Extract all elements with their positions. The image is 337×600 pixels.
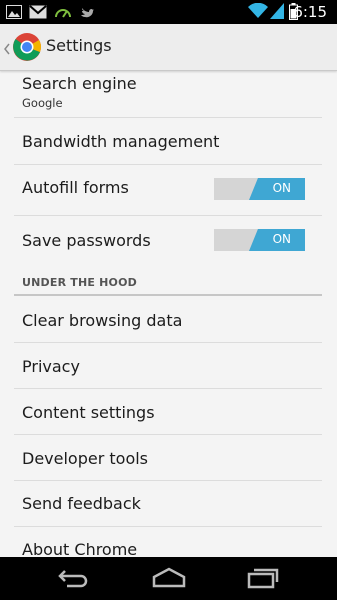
send-feedback-label: Send feedback xyxy=(22,494,141,513)
recent-apps-icon[interactable] xyxy=(247,567,279,593)
image-icon xyxy=(6,4,22,23)
toggle-state: ON xyxy=(272,232,291,246)
autofill-forms-label: Autofill forms xyxy=(22,178,129,197)
content-settings-label: Content settings xyxy=(22,403,155,422)
search-engine-value: Google xyxy=(22,96,63,110)
home-icon[interactable] xyxy=(151,566,187,592)
speed-icon xyxy=(54,4,72,23)
search-engine-item[interactable]: Search engine Google xyxy=(0,70,337,118)
send-feedback-item[interactable]: Send feedback xyxy=(0,481,337,527)
section-header: UNDER THE HOOD xyxy=(22,276,137,289)
bandwidth-management-item[interactable]: Bandwidth management xyxy=(0,118,337,164)
autofill-forms-item[interactable]: Autofill forms ON xyxy=(0,165,337,215)
bandwidth-management-label: Bandwidth management xyxy=(22,132,220,151)
content-settings-item[interactable]: Content settings xyxy=(0,389,337,435)
privacy-label: Privacy xyxy=(22,357,80,376)
status-bar: 6:15 xyxy=(0,0,337,24)
chevron-left-icon[interactable] xyxy=(4,40,10,59)
clock: 6:15 xyxy=(293,3,327,21)
search-engine-label: Search engine xyxy=(22,74,137,93)
action-bar: Settings xyxy=(0,24,337,71)
save-passwords-toggle[interactable]: ON xyxy=(214,229,305,251)
autofill-forms-toggle[interactable]: ON xyxy=(214,178,305,200)
navigation-bar xyxy=(0,557,337,600)
toggle-state: ON xyxy=(272,181,291,195)
signal-icon xyxy=(270,3,284,23)
clear-browsing-data-item[interactable]: Clear browsing data xyxy=(0,296,337,342)
developer-tools-item[interactable]: Developer tools xyxy=(0,435,337,481)
back-icon[interactable] xyxy=(57,567,91,593)
twitter-icon xyxy=(80,4,94,23)
clear-browsing-data-label: Clear browsing data xyxy=(22,311,183,330)
privacy-item[interactable]: Privacy xyxy=(0,343,337,388)
wifi-icon xyxy=(248,2,268,23)
about-chrome-item[interactable]: About Chrome xyxy=(0,527,337,559)
chrome-icon[interactable] xyxy=(12,32,42,66)
developer-tools-label: Developer tools xyxy=(22,449,149,468)
page-title: Settings xyxy=(46,36,112,55)
save-passwords-item[interactable]: Save passwords ON xyxy=(0,216,337,266)
save-passwords-label: Save passwords xyxy=(22,231,151,250)
gmail-icon xyxy=(29,4,47,23)
